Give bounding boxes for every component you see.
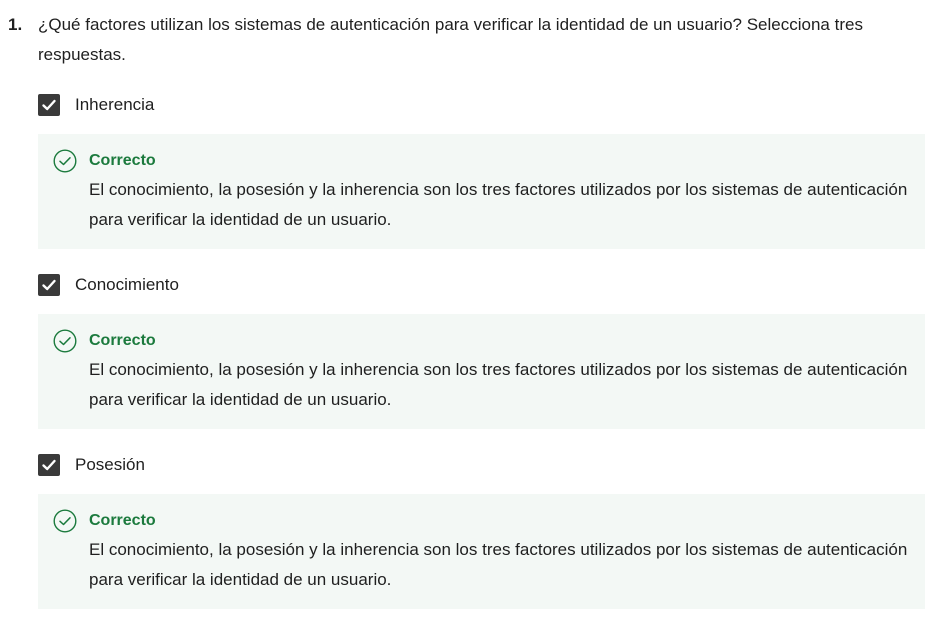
question-number: 1. bbox=[8, 15, 23, 34]
feedback-box: Correcto El conocimiento, la posesión y … bbox=[38, 494, 925, 609]
checkbox-checked[interactable] bbox=[38, 454, 60, 476]
check-circle-icon bbox=[53, 329, 77, 353]
quiz-page: 1. ¿Qué factores utilizan los sistemas d… bbox=[0, 0, 925, 629]
feedback-box: Correcto El conocimiento, la posesión y … bbox=[38, 314, 925, 429]
feedback-title: Correcto bbox=[89, 512, 156, 529]
option-posesion[interactable]: Posesión bbox=[38, 453, 145, 477]
feedback-text: El conocimiento, la posesión y la inhere… bbox=[89, 180, 908, 229]
feedback-title: Correcto bbox=[89, 332, 156, 349]
checkmark-icon bbox=[42, 99, 56, 111]
feedback-box: Correcto El conocimiento, la posesión y … bbox=[38, 134, 925, 249]
checkbox-checked[interactable] bbox=[38, 94, 60, 116]
option-label: Conocimiento bbox=[75, 275, 179, 294]
checkbox-checked[interactable] bbox=[38, 274, 60, 296]
checkmark-icon bbox=[42, 279, 56, 291]
question-text: ¿Qué factores utilizan los sistemas de a… bbox=[38, 15, 863, 64]
option-conocimiento[interactable]: Conocimiento bbox=[38, 273, 179, 297]
checkmark-icon bbox=[42, 459, 56, 471]
feedback-text: El conocimiento, la posesión y la inhere… bbox=[89, 360, 908, 409]
feedback-text: El conocimiento, la posesión y la inhere… bbox=[89, 540, 908, 589]
feedback-title: Correcto bbox=[89, 152, 156, 169]
option-label: Posesión bbox=[75, 455, 145, 474]
option-label: Inherencia bbox=[75, 95, 155, 114]
option-inherencia[interactable]: Inherencia bbox=[38, 93, 154, 117]
check-circle-icon bbox=[53, 509, 77, 533]
check-circle-icon bbox=[53, 149, 77, 173]
